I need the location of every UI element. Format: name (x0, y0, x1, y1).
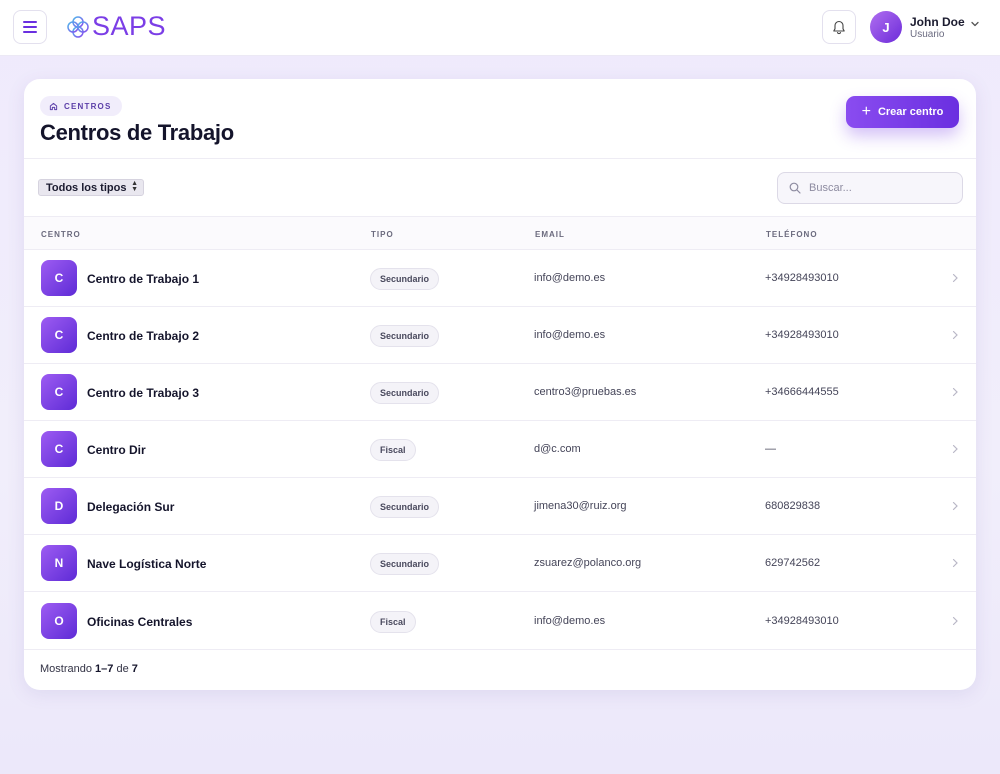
pagination-of: de (116, 663, 129, 675)
app-logo[interactable]: SAPS (66, 11, 166, 42)
type-filter-value: Todos los tipos (46, 181, 127, 194)
column-header-tipo[interactable]: TIPO (371, 230, 394, 239)
chevron-right-icon[interactable] (951, 273, 959, 283)
column-header-email[interactable]: EMAIL (535, 230, 565, 239)
chevron-right-icon[interactable] (951, 616, 959, 626)
breadcrumb[interactable]: CENTROS (40, 96, 122, 116)
type-badge: Secundario (370, 268, 440, 290)
search-input[interactable]: Buscar... (777, 172, 963, 204)
logo-icon (67, 15, 89, 38)
create-center-label: Crear centro (877, 106, 944, 118)
center-name: Centro de Trabajo 1 (87, 272, 200, 286)
center-phone: +34928493010 (765, 615, 839, 627)
center-email: centro3@pruebas.es (534, 386, 637, 398)
type-badge: Secundario (370, 553, 440, 575)
center-phone: 629742562 (765, 557, 821, 569)
center-avatar: O (41, 603, 77, 639)
plus-icon: + (861, 103, 871, 120)
menu-button[interactable] (13, 10, 47, 44)
top-bar: SAPS J John Doe Usuario (0, 0, 1000, 56)
column-header-telefono[interactable]: TELÉFONO (766, 230, 818, 239)
bell-icon (833, 20, 845, 34)
center-phone: — (765, 443, 776, 455)
table-row[interactable]: C Centro de Trabajo 1 Secundario info@de… (24, 250, 976, 307)
search-placeholder: Buscar... (809, 182, 852, 194)
chevron-right-icon[interactable] (951, 558, 959, 568)
type-badge: Secundario (370, 325, 440, 347)
table-row[interactable]: D Delegación Sur Secundario jimena30@rui… (24, 478, 976, 535)
table-header: CENTRO TIPO EMAIL TELÉFONO (24, 216, 976, 250)
center-email: d@c.com (534, 443, 581, 455)
center-name: Centro Dir (87, 443, 146, 457)
type-filter-select[interactable]: Todos los tipos ▲ ▼ (38, 179, 144, 196)
center-phone: +34666444555 (765, 386, 839, 398)
create-center-button[interactable]: + Crear centro (846, 96, 959, 128)
center-email: jimena30@ruiz.org (534, 500, 627, 512)
chevron-down-icon[interactable] (970, 20, 980, 28)
center-phone: +34928493010 (765, 329, 839, 341)
pagination-range: 1–7 (95, 663, 114, 675)
center-name: Oficinas Centrales (87, 615, 193, 629)
centers-card: CENTROS Centros de Trabajo + Crear centr… (24, 79, 976, 690)
chevron-right-icon[interactable] (951, 444, 959, 454)
menu-icon (23, 21, 37, 33)
app-name: SAPS (92, 11, 167, 41)
chevron-right-icon[interactable] (951, 330, 959, 340)
center-email: info@demo.es (534, 615, 606, 627)
center-avatar: C (41, 374, 77, 410)
divider (24, 158, 976, 159)
center-name: Centro de Trabajo 2 (87, 329, 200, 343)
pagination-prefix: Mostrando (40, 663, 92, 675)
center-avatar: D (41, 488, 77, 524)
column-header-centro[interactable]: CENTRO (41, 230, 81, 239)
center-avatar: C (41, 317, 77, 353)
home-icon (49, 102, 58, 110)
center-name: Nave Logística Norte (87, 557, 207, 571)
notifications-button[interactable] (822, 10, 856, 44)
table-row[interactable]: N Nave Logística Norte Secundario zsuare… (24, 535, 976, 592)
center-avatar: C (41, 260, 77, 296)
user-avatar[interactable]: J (870, 11, 902, 43)
breadcrumb-label: CENTROS (64, 101, 112, 111)
table-row[interactable]: C Centro Dir Fiscal d@c.com — (24, 421, 976, 478)
pagination-info: Mostrando 1–7 de 7 (40, 663, 138, 675)
chevron-right-icon[interactable] (951, 387, 959, 397)
type-badge: Fiscal (370, 439, 416, 461)
chevron-right-icon[interactable] (951, 501, 959, 511)
type-badge: Secundario (370, 496, 440, 518)
center-name: Centro de Trabajo 3 (87, 386, 200, 400)
table-row[interactable]: C Centro de Trabajo 2 Secundario info@de… (24, 307, 976, 364)
center-name: Delegación Sur (87, 500, 175, 514)
select-arrows-icon: ▲ ▼ (131, 180, 138, 193)
center-avatar: N (41, 545, 77, 581)
pagination-total: 7 (131, 663, 138, 675)
center-phone: 680829838 (765, 500, 821, 512)
table-row[interactable]: O Oficinas Centrales Fiscal info@demo.es… (24, 593, 976, 650)
center-email: info@demo.es (534, 329, 606, 341)
center-email: zsuarez@polanco.org (534, 557, 642, 569)
table-row[interactable]: C Centro de Trabajo 3 Secundario centro3… (24, 364, 976, 421)
type-badge: Fiscal (370, 611, 416, 633)
user-name[interactable]: John Doe (910, 15, 965, 29)
page-title: Centros de Trabajo (40, 120, 234, 145)
search-icon (789, 182, 801, 194)
center-email: info@demo.es (534, 272, 606, 284)
type-badge: Secundario (370, 382, 440, 404)
center-phone: +34928493010 (765, 272, 839, 284)
center-avatar: C (41, 431, 77, 467)
user-role: Usuario (910, 29, 945, 40)
